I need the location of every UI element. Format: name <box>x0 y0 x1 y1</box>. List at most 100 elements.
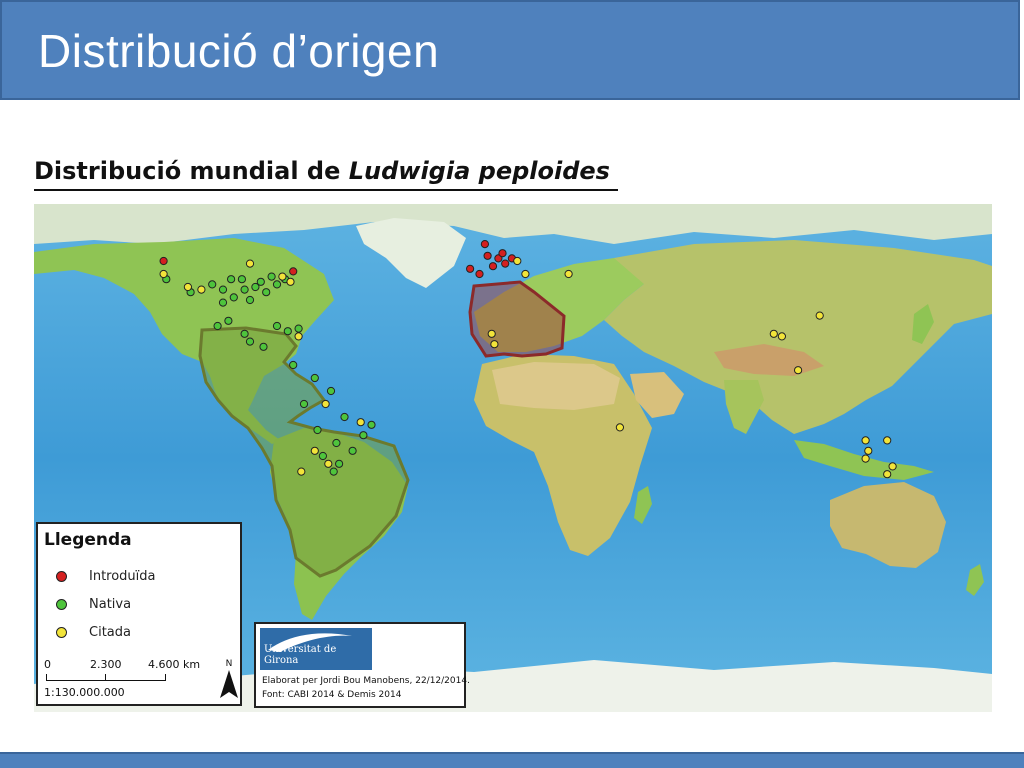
native-point <box>213 321 222 331</box>
scale-ratio: 1:130.000.000 <box>44 686 125 699</box>
native-point <box>329 467 338 476</box>
scale-label-max: 4.600 km <box>148 658 201 671</box>
cited-point <box>615 423 625 432</box>
native-point <box>294 324 303 333</box>
cited-point <box>521 269 530 279</box>
introduced-dot-icon <box>56 570 67 582</box>
native-point <box>237 275 246 284</box>
introduced-point <box>475 269 484 279</box>
cited-point <box>794 366 803 375</box>
introduced-point <box>159 256 168 266</box>
map-legend: Llegenda Introduïda Nativa Citada 0 2.30… <box>36 522 242 706</box>
subtitle-prefix: Distribució mundial de <box>34 157 349 185</box>
native-point <box>289 360 298 370</box>
native-point <box>310 373 319 383</box>
native-point <box>218 285 228 294</box>
native-point <box>272 280 282 289</box>
native-point <box>218 298 228 307</box>
scale-bar <box>46 674 166 681</box>
legend-title: Llegenda <box>44 530 132 550</box>
cited-point <box>286 277 295 286</box>
cited-point <box>888 462 897 471</box>
native-point <box>272 321 282 331</box>
cited-point <box>883 436 892 445</box>
subtitle-species: Ludwigia peploides <box>348 157 610 185</box>
scale-label-0: 0 <box>44 658 51 671</box>
native-point <box>245 295 255 305</box>
native-point <box>267 272 276 281</box>
cited-point <box>513 256 522 266</box>
scale-label-mid: 2.300 <box>90 658 122 671</box>
cited-point <box>564 269 573 279</box>
native-point <box>335 459 344 468</box>
native-point <box>259 342 268 351</box>
cited-point <box>769 329 778 338</box>
legend-item-native: Nativa <box>56 594 131 614</box>
native-point <box>240 285 249 294</box>
cited-point <box>159 269 168 279</box>
native-point <box>283 327 292 336</box>
north-label: N <box>226 659 233 669</box>
native-point <box>340 412 349 422</box>
native-dot-icon <box>56 598 67 610</box>
cited-point <box>490 340 499 349</box>
legend-label-native: Nativa <box>89 596 132 612</box>
native-point <box>262 288 271 297</box>
north-arrow-shape <box>220 670 238 698</box>
cited-point <box>815 311 824 320</box>
native-point <box>326 386 336 396</box>
introduced-point <box>480 240 489 249</box>
introduced-point <box>488 262 498 271</box>
introduced-point <box>498 249 507 258</box>
legend-label-introduced: Introduïda <box>89 568 156 584</box>
legend-label-cited: Citada <box>89 624 131 640</box>
cited-point <box>297 467 306 476</box>
credit-author: Elaborat per Jordi Bou Manobens, 22/12/2… <box>262 676 470 686</box>
sahara <box>492 362 620 410</box>
cited-point <box>356 418 365 427</box>
native-point <box>240 329 249 338</box>
native-point <box>359 431 368 440</box>
native-point <box>227 275 236 284</box>
cited-point <box>197 285 206 294</box>
cited-point <box>861 436 870 445</box>
logo-text: Universitat de Girona <box>264 644 337 666</box>
introduced-point <box>466 264 475 273</box>
cited-point <box>487 329 496 338</box>
university-logo: Universitat de Girona <box>260 628 372 670</box>
slide-title: Distribució d’origen <box>38 25 440 77</box>
cited-point <box>883 470 892 479</box>
legend-item-introduced: Introduïda <box>56 566 156 586</box>
native-point <box>348 446 357 455</box>
credit-source: Font: CABI 2014 & Demis 2014 <box>262 690 402 700</box>
cited-point <box>324 459 333 468</box>
native-point <box>229 293 238 302</box>
map-subtitle: Distribució mundial de Ludwigia peploide… <box>34 157 610 185</box>
cited-point <box>321 399 330 409</box>
native-point <box>318 451 327 461</box>
cited-point <box>310 446 319 455</box>
cited-point <box>183 282 192 292</box>
introduced-point <box>289 267 298 276</box>
cited-point <box>278 272 287 281</box>
north-arrow-icon: N <box>220 659 238 698</box>
cited-point <box>777 332 787 341</box>
native-point <box>245 337 255 346</box>
footer-bar <box>0 752 1024 768</box>
subtitle-underline <box>34 189 618 191</box>
credits-box: Universitat de Girona Elaborat per Jordi… <box>254 622 470 708</box>
native-point <box>313 425 322 435</box>
cited-point <box>864 446 873 455</box>
cited-point <box>861 454 870 463</box>
native-point <box>256 277 265 286</box>
introduced-point <box>501 259 510 268</box>
title-bar: Distribució d’origen <box>0 0 1020 100</box>
introduced-point <box>483 251 492 260</box>
native-point <box>332 438 341 448</box>
native-point <box>367 420 376 429</box>
native-point <box>224 316 233 325</box>
cited-point <box>294 332 303 341</box>
native-point <box>208 280 217 289</box>
legend-item-cited: Citada <box>56 622 131 642</box>
cited-dot-icon <box>56 626 67 638</box>
